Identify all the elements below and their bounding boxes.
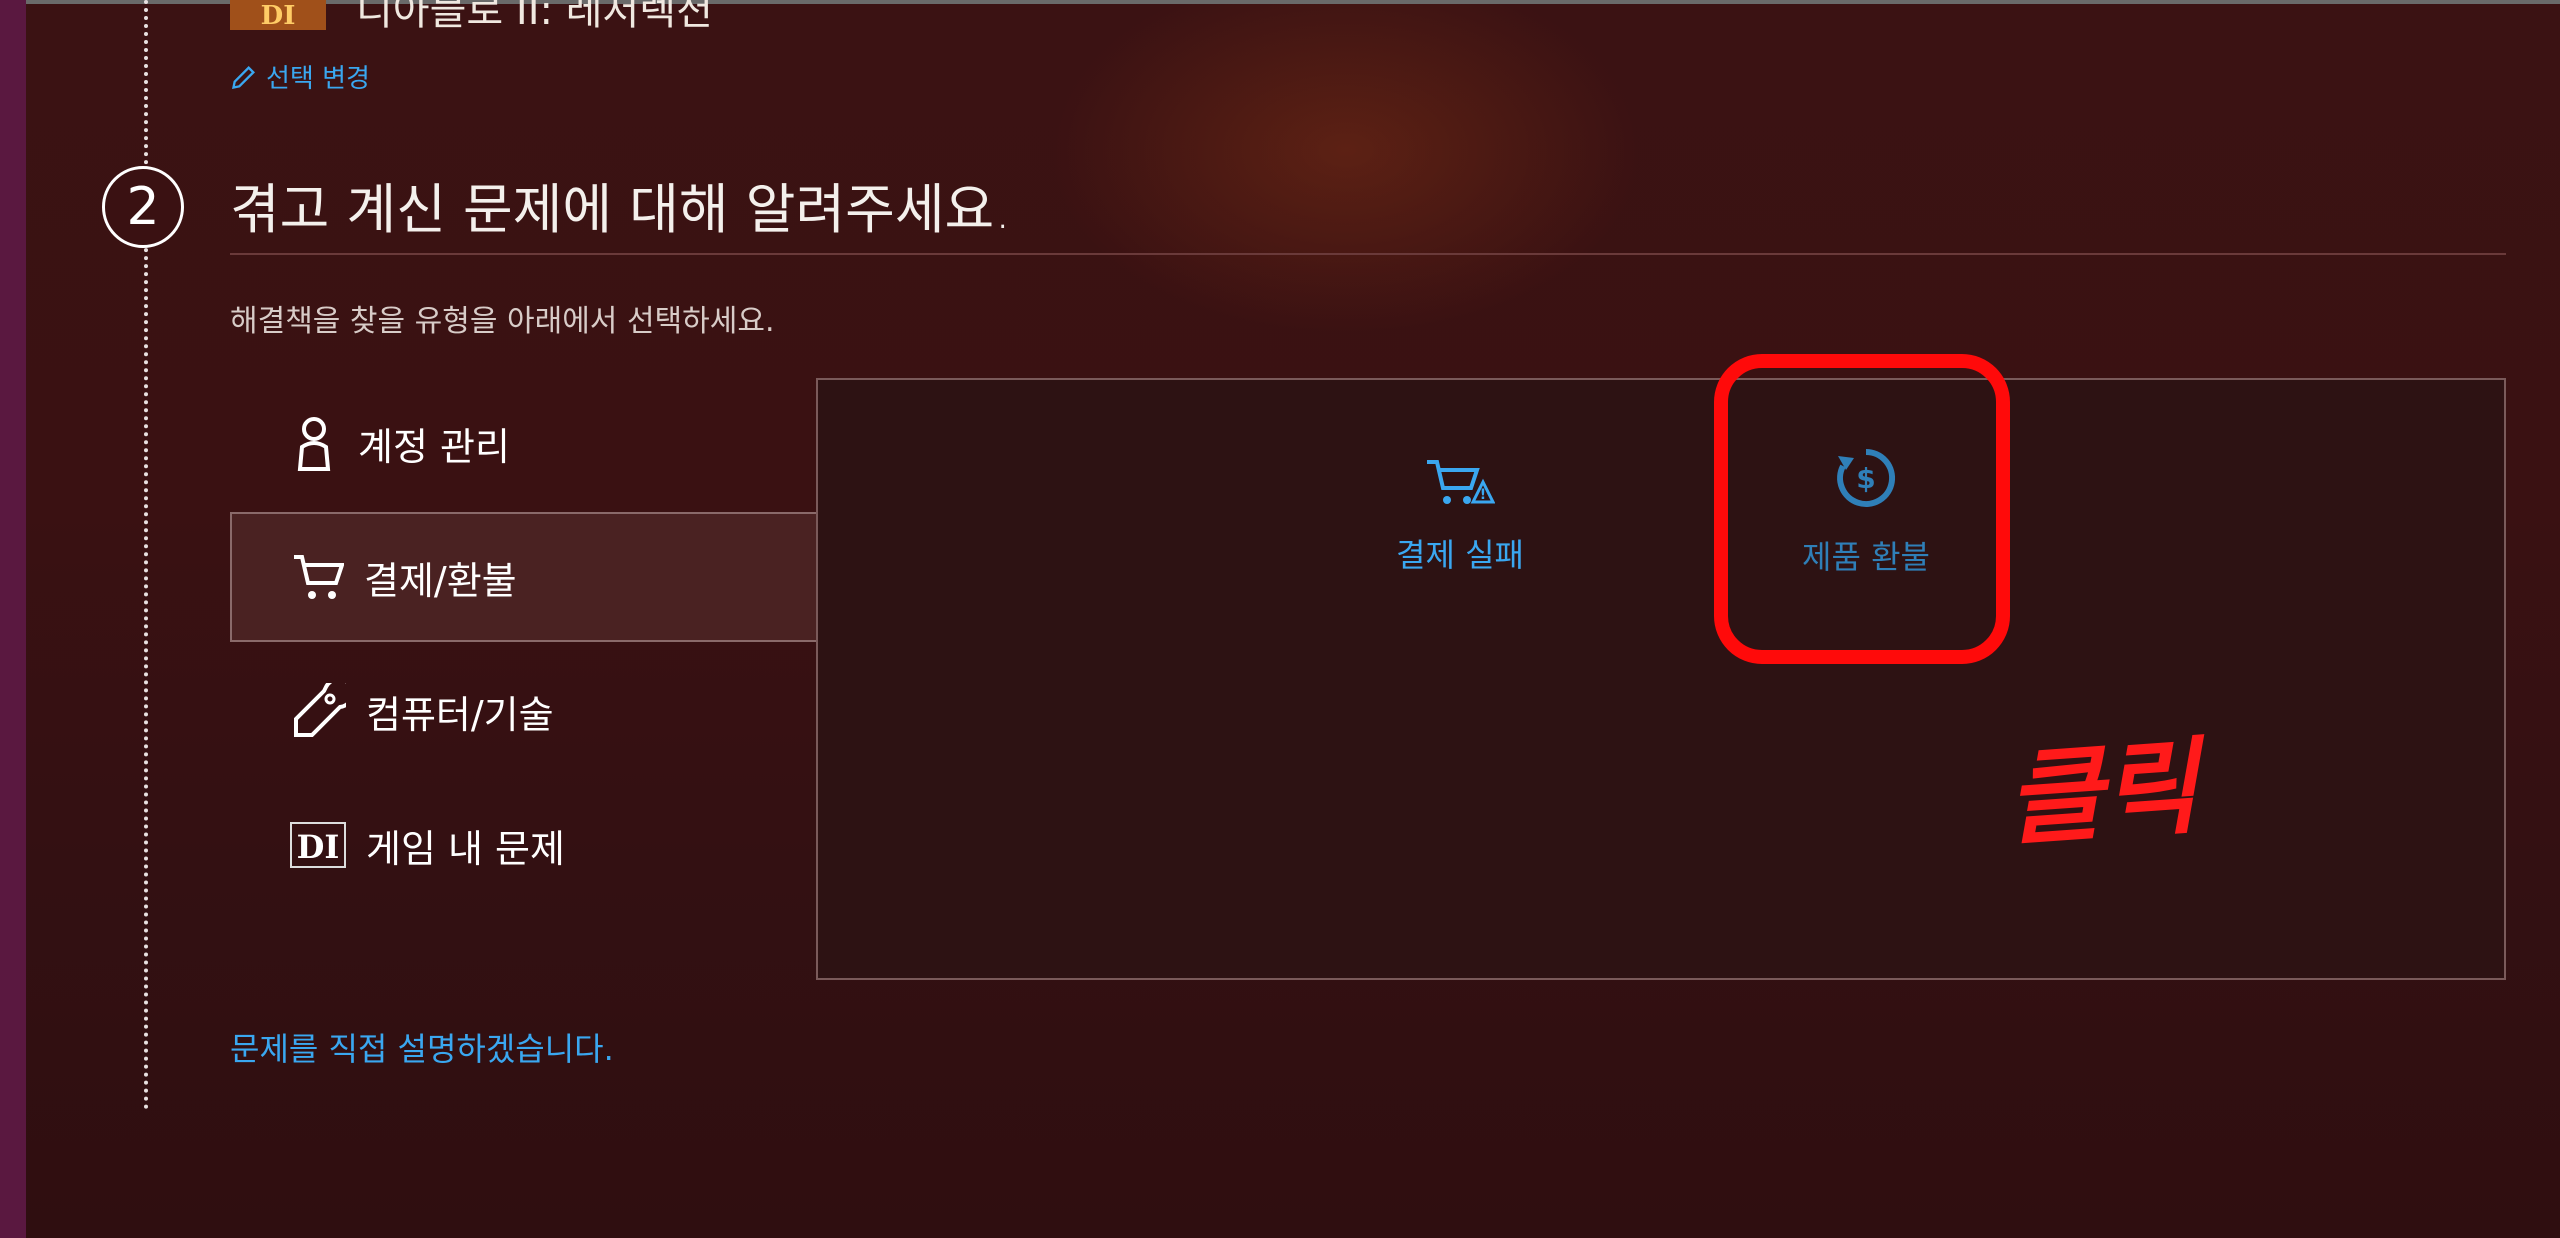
annotation-click-text: 클릭 [2002,725,2203,861]
change-selection-link[interactable]: 선택 변경 [230,58,370,95]
change-selection-label: 선택 변경 [266,64,370,94]
category-label: 게임 내 문제 [366,826,565,871]
step-number: 2 [102,166,184,248]
diablo-product-logo-icon: DI [230,0,326,30]
option-label: 결제 실패 [1396,536,1524,574]
option-payment-failed[interactable]: ! 결제 실패 [1340,458,1580,576]
step-instruction: 해결책을 찾을 유형을 아래에서 선택하세요. [230,304,775,339]
divider [230,253,2506,255]
pencil-icon [232,65,255,89]
svg-text:DI: DI [261,1,296,30]
diablo-logo-icon: DI [290,822,346,868]
options-panel: ! 결제 실패 $ 제품 환불 [816,378,2506,980]
product-name: 디아블로 II: 레저렉션 [356,0,713,34]
cart-icon [294,555,344,599]
category-account[interactable]: 계정 관리 [230,378,818,508]
category-label: 컴퓨터/기술 [366,692,554,737]
person-icon [297,417,331,471]
wrench-icon [294,683,346,737]
cart-warning-icon: ! [1427,460,1496,504]
support-page: DI 디아블로 II: 레저렉션 선택 변경 2 겪고 계신 문제에 대해 알려… [26,0,2560,1238]
step-title: 겪고 계신 문제에 대해 알려주세요. [230,178,1012,241]
category-label: 결제/환불 [364,558,517,603]
category-computer-tech[interactable]: 컴퓨터/기술 [230,646,818,776]
category-label: 계정 관리 [358,424,510,469]
category-payment-refund[interactable]: 결제/환불 [230,512,818,642]
svg-text:!: ! [1480,487,1486,503]
svg-text:DI: DI [297,828,340,866]
describe-problem-link[interactable]: 문제를 직접 설명하겠습니다. [230,1024,614,1070]
category-in-game[interactable]: DI 게임 내 문제 [230,780,818,910]
highlight-annotation [1714,354,2010,664]
